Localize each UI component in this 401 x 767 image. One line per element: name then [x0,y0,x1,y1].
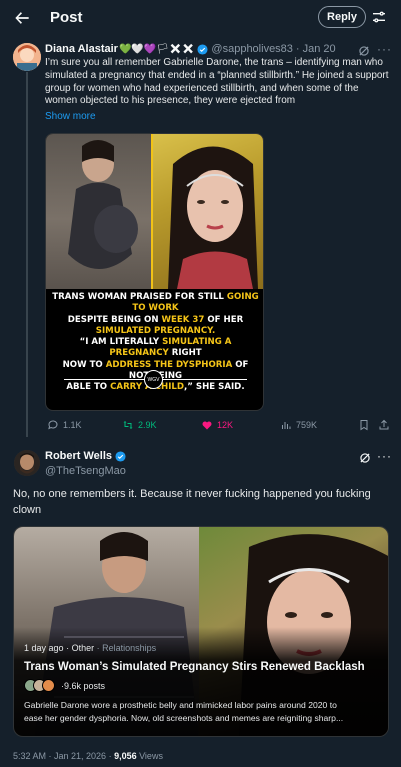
reply-count: 1.1K [63,420,82,430]
post-footer: 5:32 AM · Jan 21, 2026 · 9,056 Views [13,751,163,761]
grok-icon[interactable] [357,44,371,58]
post-image[interactable]: TRANS WOMAN PRAISED FOR STILL GOING TO W… [45,133,264,411]
page-title: Post [50,9,83,26]
card-post-count: 9.6k posts [64,680,106,691]
card-title: Trans Woman’s Simulated Pregnancy Stirs … [24,661,365,673]
card-subcategory: Relationships [102,643,157,653]
post-date[interactable]: · Jan 20 [296,43,336,55]
card-description: Gabrielle Darone wore a prosthetic belly… [24,700,344,723]
post-text: I’m sure you all remember Gabrielle Daro… [45,57,389,107]
author-name[interactable]: Diana Alastair [45,43,118,55]
post-author-row: Diana Alastair 💚🤍💜🏳✖✖ @sappholives83 · J… [45,43,336,55]
like-count: 12K [217,420,234,430]
wgv-logo: WGV [144,370,163,389]
views-count: 9,056 [114,751,137,761]
heart-icon [202,421,212,430]
image-panel-right [153,134,263,289]
image-panel-left [46,134,153,289]
reply-button[interactable]: Reply [318,6,366,28]
show-more-link[interactable]: Show more [45,111,96,122]
bookmark-icon[interactable] [358,419,370,431]
author-handle[interactable]: @sappholives83 [211,43,293,55]
post-timestamp[interactable]: 5:32 AM · Jan 21, 2026 · [13,751,114,761]
views-label: Views [136,751,163,761]
card-category: Other [71,643,95,653]
more-options-icon[interactable]: ··· [377,449,392,463]
like-action[interactable]: 12K [201,419,233,431]
reply-action[interactable]: 1.1K [47,419,82,431]
more-options-icon[interactable]: ··· [377,42,392,56]
thread-line [26,72,28,437]
analytics-icon [282,422,291,429]
card-meta: 1 day ago · Other · Relationships [24,643,157,653]
author-name[interactable]: Robert Wells [45,450,112,462]
news-card[interactable]: 1 day ago · Other · Relationships Trans … [13,526,389,737]
avatar[interactable] [14,450,40,476]
card-age: 1 day ago [24,643,64,653]
view-count: 759K [296,420,318,430]
verified-badge-icon [115,450,126,462]
repost-action[interactable]: 2.9K [122,419,157,431]
verified-badge-icon [197,43,208,55]
views-action[interactable]: 759K [280,419,317,431]
reply-icon [48,420,58,430]
grok-icon[interactable] [358,451,372,465]
back-arrow-icon[interactable] [12,8,32,28]
avatar[interactable] [13,43,41,71]
mini-avatar [42,679,55,692]
card-posts: · 9.6k posts [24,679,105,692]
top-bar: Post Reply [0,0,401,36]
reply-text: No, no one remembers it. Because it neve… [13,488,371,516]
adjust-icon[interactable] [371,9,387,25]
repost-icon [123,421,133,429]
reply-author-row: Robert Wells @TheTsengMao [45,450,126,477]
post-actions: 1.1K 2.9K 12K 759K [45,419,393,435]
author-handle[interactable]: @TheTsengMao [45,465,126,477]
share-icon[interactable] [378,419,390,431]
repost-count: 2.9K [138,420,157,430]
author-emoji: 💚🤍💜🏳✖✖ [118,43,195,55]
